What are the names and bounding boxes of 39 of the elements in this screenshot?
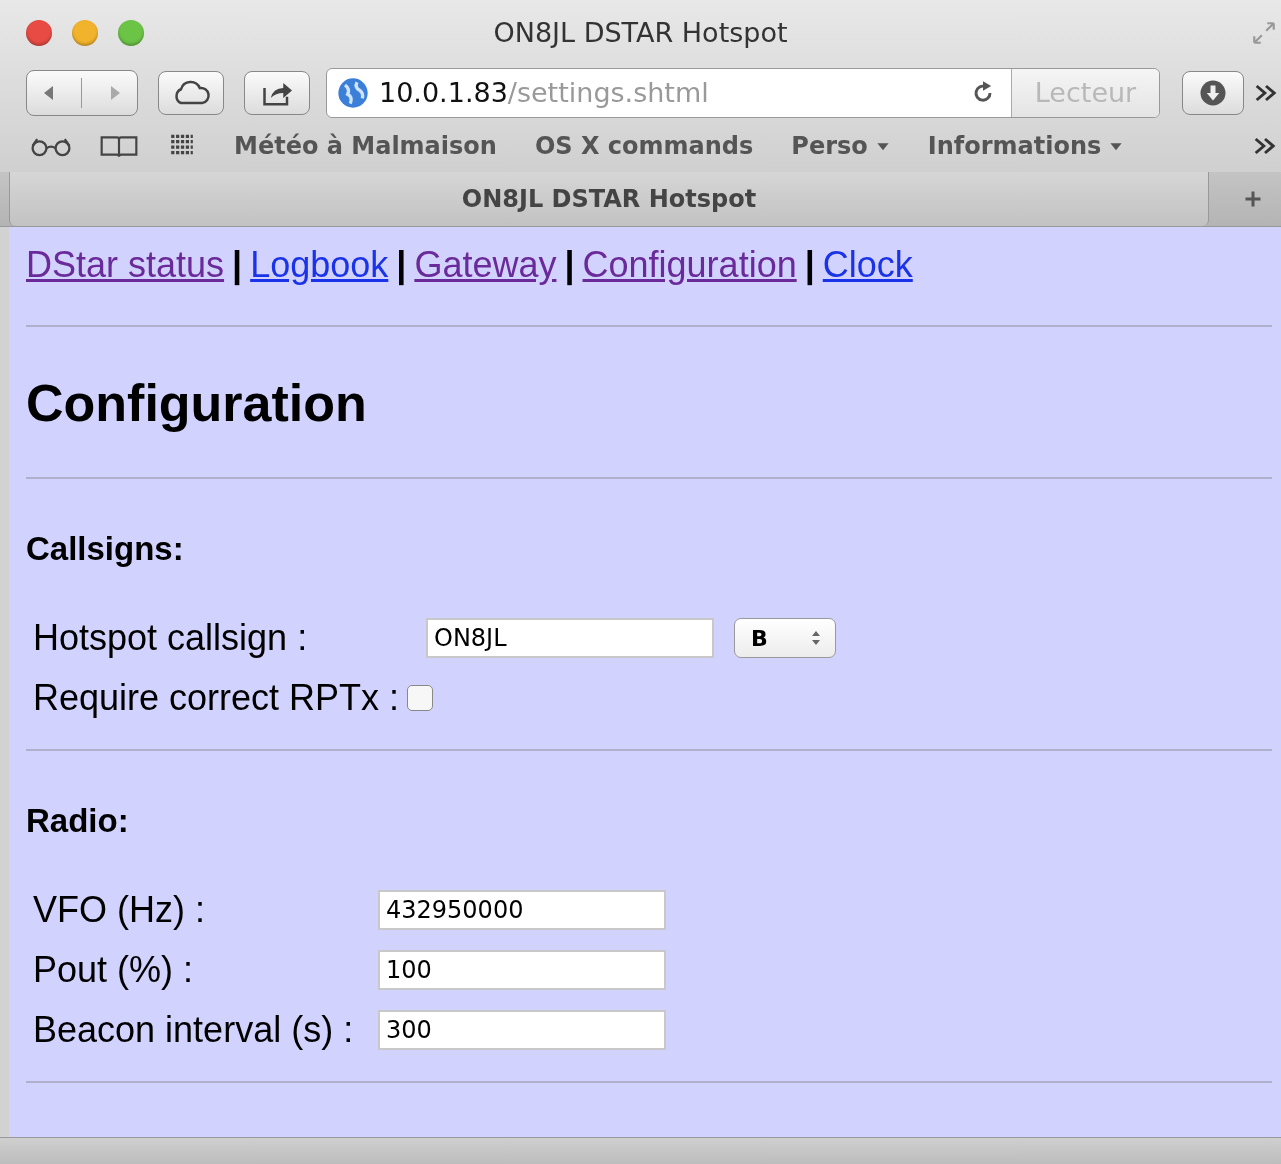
download-button[interactable] <box>1182 70 1244 115</box>
nav-link[interactable]: Configuration <box>582 241 797 289</box>
window-title: ON8JL DSTAR Hotspot <box>493 17 788 48</box>
cloud-button[interactable] <box>158 70 224 115</box>
back-forward-button[interactable] <box>26 69 138 116</box>
share-button[interactable] <box>244 70 310 115</box>
text-field[interactable]: 300 <box>378 1010 666 1050</box>
nav-link[interactable]: DStar status <box>26 241 225 289</box>
bookmark-link[interactable]: OS X commands <box>534 132 754 160</box>
select-dropdown[interactable]: B <box>734 618 836 658</box>
field-label: Beacon interval (s) : <box>33 1008 354 1052</box>
checkbox[interactable] <box>407 685 433 711</box>
plus-icon <box>1244 190 1262 208</box>
separator-text: | <box>564 243 575 288</box>
close-button[interactable] <box>26 19 52 46</box>
up-down-arrows-icon <box>811 630 821 646</box>
separator-text: | <box>396 243 407 288</box>
separator-text: | <box>804 243 815 288</box>
field-label: Require correct RPTx : <box>33 676 400 720</box>
field-label: Hotspot callsign : <box>33 616 308 660</box>
bookmark-link[interactable]: Météo à Malmaison <box>234 132 497 160</box>
field-label: Pout (%) : <box>33 948 194 992</box>
globe-icon <box>337 76 369 109</box>
section-heading: Radio: <box>26 801 130 841</box>
address-bar[interactable]: 10.0.1.83/settings.shtml Lecteur <box>326 67 1160 118</box>
text-field[interactable]: 100 <box>378 950 666 990</box>
field-label: VFO (Hz) : <box>33 888 205 932</box>
browser-tab[interactable]: ON8JL DSTAR Hotspot <box>9 172 1209 226</box>
separator-text: | <box>232 243 243 288</box>
bookmark-menu[interactable]: Perso <box>791 132 890 160</box>
section-heading: Callsigns: <box>26 529 185 569</box>
url-text: 10.0.1.83/settings.shtml <box>379 77 710 108</box>
page-heading: Configuration <box>26 373 368 433</box>
nav-link[interactable]: Gateway <box>414 241 557 289</box>
text-field[interactable]: 432950000 <box>378 890 666 930</box>
nav-link[interactable]: Clock <box>822 241 913 289</box>
nav-link[interactable]: Logbook <box>250 241 389 289</box>
text-field[interactable]: ON8JL <box>426 618 714 658</box>
bookmark-menu[interactable]: Informations <box>927 132 1124 160</box>
